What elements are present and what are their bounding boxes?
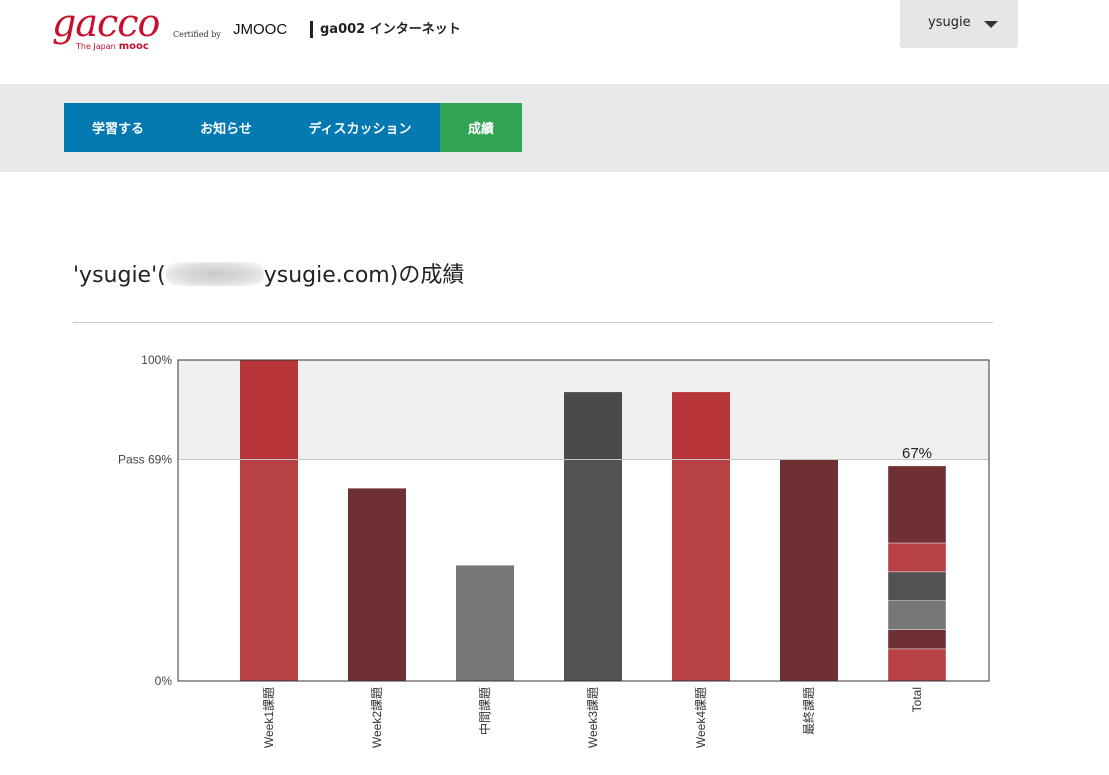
total-segment-6 <box>887 465 947 544</box>
course-title: ga002 インターネット <box>310 21 461 38</box>
x-tick-label: Total <box>910 687 924 712</box>
x-tick-label: 中間課題 <box>477 687 492 735</box>
title-email-suffix: ysugie.com)の成績 <box>263 263 465 288</box>
tab-updates[interactable]: お知らせ <box>172 103 280 152</box>
total-segment-5 <box>887 542 947 573</box>
site-header: gacco The Japan mooc Certified by JMOOC g… <box>0 0 1109 84</box>
logo-tagline-text: The Japan <box>76 42 116 51</box>
bar-5 <box>672 459 730 681</box>
caret-down-icon <box>984 21 998 28</box>
logo-wordmark: gacco <box>52 1 160 45</box>
bar-4 <box>564 459 622 681</box>
course-tabs: 学習する お知らせ ディスカッション 成績 <box>64 103 522 152</box>
tab-courseware[interactable]: 学習する <box>64 103 172 152</box>
page-title: 'ysugie'( ysugie.com)の成績 <box>73 257 464 289</box>
x-tick-label: Week1課題 <box>261 687 276 748</box>
y-tick-0: 0% <box>155 674 173 688</box>
tab-discussion[interactable]: ディスカッション <box>280 103 440 152</box>
username-label: ysugie <box>928 15 971 30</box>
total-segment-2 <box>887 629 947 650</box>
user-menu-button[interactable]: ysugie <box>900 0 1018 48</box>
bar-4-above-pass <box>564 392 622 460</box>
bar-1-above-pass <box>240 360 298 460</box>
redacted-email-blur <box>165 262 264 286</box>
x-tick-label: Week4課題 <box>693 687 708 748</box>
x-tick-label: 最終課題 <box>801 687 816 735</box>
total-segment-1 <box>887 648 947 682</box>
total-value-label: 67% <box>902 445 932 462</box>
bar-2 <box>348 488 406 681</box>
bar-1 <box>240 459 298 681</box>
y-tick-pass: Pass 69% <box>118 453 172 467</box>
title-username: 'ysugie'( <box>73 263 166 288</box>
logo-tagline: The Japan mooc <box>76 41 149 52</box>
total-segment-3 <box>887 600 947 630</box>
tab-progress[interactable]: 成績 <box>440 103 522 152</box>
bar-3 <box>456 565 514 681</box>
bar-6 <box>780 459 838 681</box>
progress-chart: 100% Pass 69% 0% 67% Week1課題 Week2課題 中間課題 W… <box>118 353 990 748</box>
course-nav-band: 学習する お知らせ ディスカッション 成績 <box>0 84 1109 172</box>
certified-by-label: Certified by <box>173 30 221 39</box>
title-divider <box>73 322 993 323</box>
total-segment-4 <box>887 571 947 601</box>
bar-5-above-pass <box>672 392 730 460</box>
jmooc-logo: JMOOC <box>233 21 288 38</box>
gacco-logo[interactable]: gacco The Japan mooc <box>52 4 164 60</box>
x-tick-label: Week3課題 <box>585 687 600 748</box>
logo-tagline-mooc: mooc <box>118 41 149 52</box>
x-tick-label: Week2課題 <box>369 687 384 748</box>
y-tick-100: 100% <box>141 353 172 367</box>
